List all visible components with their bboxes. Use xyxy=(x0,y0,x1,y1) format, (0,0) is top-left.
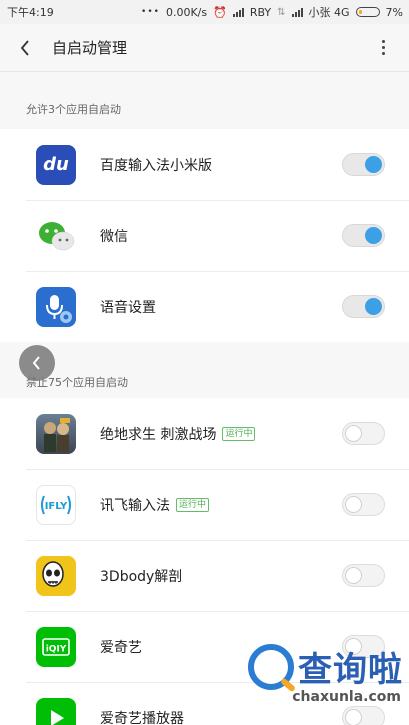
carrier1: RBY xyxy=(249,5,272,19)
app-name: 爱奇艺播放器 xyxy=(100,710,184,725)
status-indicators: ••• 0.00K/s ⏰ RBY ⇅ 小张 4G 7% xyxy=(141,4,403,20)
watermark-url: chaxunla.com xyxy=(292,689,401,705)
carrier2: 小张 4G xyxy=(308,6,350,19)
list-item[interactable]: 3Dbody解剖 xyxy=(0,540,409,611)
pubg-icon xyxy=(36,413,76,454)
3dbody-icon xyxy=(36,555,76,596)
title-bar: 自启动管理 xyxy=(0,24,409,72)
allowed-app-list: du 百度输入法小米版 微信 语音设置 xyxy=(0,129,409,342)
app-name: 3Dbody解剖 xyxy=(100,568,183,585)
wechat-icon xyxy=(36,215,76,256)
baidu-input-icon: du xyxy=(36,144,76,185)
app-name: 百度输入法小米版 xyxy=(100,157,212,174)
svg-text:iQIY: iQIY xyxy=(46,644,67,654)
signal-icon xyxy=(232,7,244,17)
battery-percent: 7% xyxy=(385,5,403,19)
list-item[interactable]: du 百度输入法小米版 xyxy=(0,129,409,200)
autostart-toggle[interactable] xyxy=(342,706,385,725)
iqiyi-player-icon xyxy=(36,697,76,725)
app-name: 语音设置 xyxy=(100,299,156,316)
ifly-icon: IFLY xyxy=(36,484,76,525)
back-button[interactable] xyxy=(16,37,34,59)
chevron-left-icon xyxy=(20,39,29,56)
running-badge: 运行中 xyxy=(222,426,256,441)
page-title: 自启动管理 xyxy=(52,39,128,57)
watermark-text: 查询啦 xyxy=(298,650,403,690)
list-item[interactable]: 绝地求生 刺激战场 运行中 xyxy=(0,398,409,469)
battery-icon xyxy=(355,7,380,17)
list-item[interactable]: IFLY 讯飞输入法 运行中 xyxy=(0,469,409,540)
svg-text:IFLY: IFLY xyxy=(45,501,68,512)
more-notifications-icon: ••• xyxy=(141,7,160,17)
autostart-toggle[interactable] xyxy=(342,493,385,516)
autostart-toggle[interactable] xyxy=(342,422,385,445)
autostart-toggle[interactable] xyxy=(342,153,385,176)
voice-settings-icon xyxy=(36,286,76,327)
more-options-button[interactable] xyxy=(373,37,393,59)
app-name: 讯飞输入法 运行中 xyxy=(100,495,342,515)
autostart-toggle[interactable] xyxy=(342,564,385,587)
app-name: 微信 xyxy=(100,228,128,245)
autostart-toggle[interactable] xyxy=(342,295,385,318)
data-transfer-icon: ⇅ xyxy=(277,6,286,18)
allowed-section-header: 允许3个应用自启动 xyxy=(26,102,121,116)
running-badge: 运行中 xyxy=(176,497,210,512)
status-time: 下午4:19 xyxy=(7,6,54,19)
watermark-logo-icon xyxy=(248,643,294,690)
blocked-section-header: 禁止75个应用自启动 xyxy=(26,376,128,389)
status-bar: 下午4:19 ••• 0.00K/s ⏰ RBY ⇅ 小张 4G 7% xyxy=(0,0,409,24)
autostart-toggle[interactable] xyxy=(342,224,385,247)
list-item[interactable]: 语音设置 xyxy=(0,271,409,342)
iqiyi-icon: iQIY xyxy=(36,626,76,667)
alarm-icon: ⏰ xyxy=(213,5,227,19)
net-speed: 0.00K/s xyxy=(165,5,208,19)
chevron-left-icon xyxy=(32,356,40,370)
app-name: 绝地求生 刺激战场 运行中 xyxy=(100,424,342,444)
list-item[interactable]: 微信 xyxy=(0,200,409,271)
watermark: 查询啦 chaxunla.com xyxy=(248,642,403,705)
signal-icon-2 xyxy=(291,7,303,17)
floating-back-button[interactable] xyxy=(19,345,55,381)
